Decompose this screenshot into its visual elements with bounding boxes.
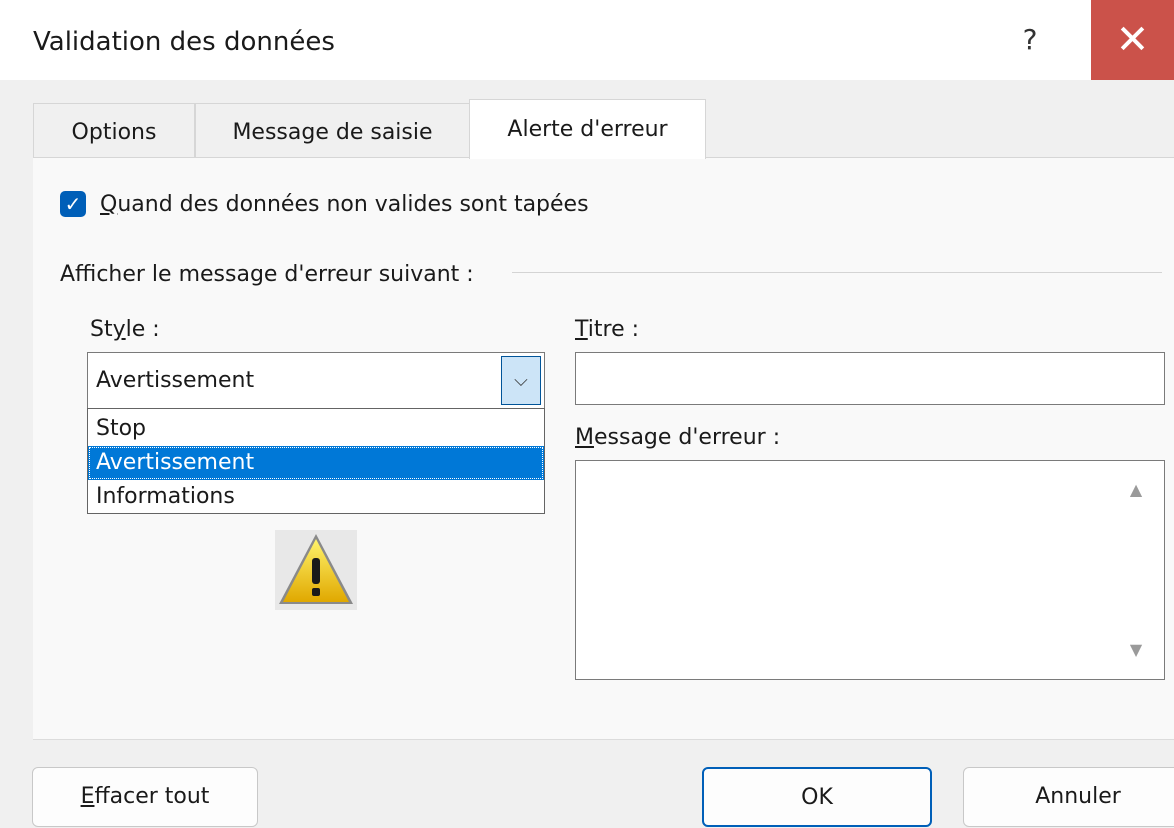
error-message-group-label: Afficher le message d'erreur suivant : <box>60 262 474 287</box>
style-dropdown-button[interactable]: ⌵ <box>501 356 541 405</box>
scroll-down-icon[interactable]: ▼ <box>1124 638 1148 662</box>
scroll-up-icon[interactable]: ▲ <box>1124 478 1148 502</box>
error-message-label: Message d'erreur : <box>575 425 781 450</box>
style-option-avertissement[interactable]: Avertissement <box>88 446 544 480</box>
chevron-down-icon: ⌵ <box>514 370 528 391</box>
style-option-stop[interactable]: Stop <box>88 412 544 446</box>
tab-message-de-saisie[interactable]: Message de saisie <box>195 103 470 158</box>
style-label: Style : <box>90 317 160 342</box>
group-divider <box>512 272 1162 273</box>
cancel-button[interactable]: Annuler <box>963 767 1174 827</box>
style-option-informations[interactable]: Informations <box>88 480 544 514</box>
error-message-textarea[interactable] <box>575 460 1165 680</box>
tab-alerte-d-erreur[interactable]: Alerte d'erreur <box>469 99 706 159</box>
style-dropdown-list: Stop Avertissement Informations <box>87 408 545 514</box>
close-button[interactable]: ✕ <box>1091 0 1174 80</box>
titre-input[interactable] <box>575 352 1165 405</box>
titre-label: Titre : <box>575 317 640 342</box>
dialog-title: Validation des données <box>33 27 335 57</box>
tab-options[interactable]: Options <box>33 103 195 158</box>
style-select-value: Avertissement <box>96 368 255 393</box>
help-button[interactable]: ? <box>1000 0 1060 80</box>
ok-button[interactable]: OK <box>702 767 932 827</box>
warning-icon <box>275 530 357 610</box>
invalid-data-checkbox[interactable]: ✓ <box>60 191 86 217</box>
invalid-data-checkbox-label[interactable]: Quand des données non valides sont tapée… <box>100 190 589 220</box>
checkmark-icon: ✓ <box>64 192 82 216</box>
clear-all-button[interactable]: Effacer tout <box>32 767 258 827</box>
